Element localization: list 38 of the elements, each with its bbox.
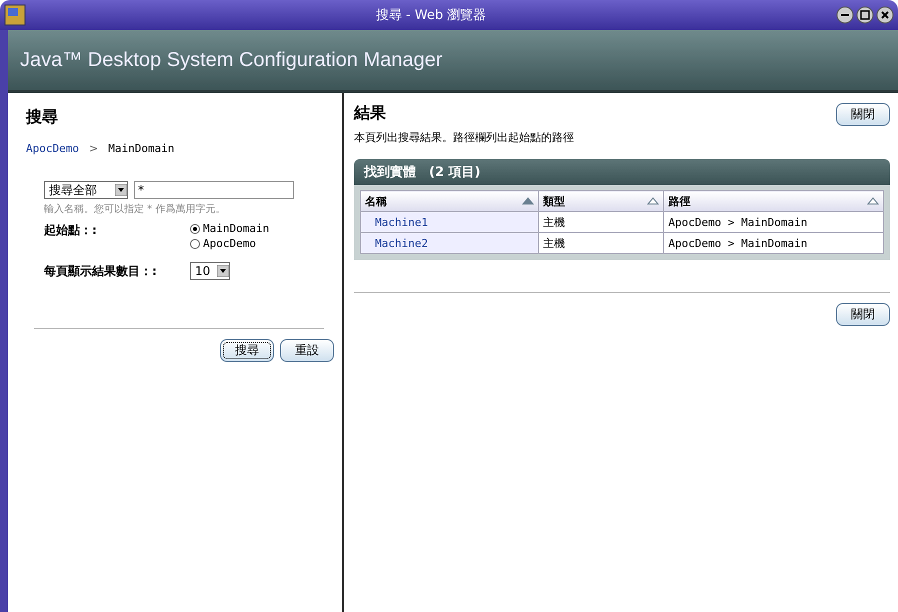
radio-label: MainDomain	[203, 222, 270, 235]
breadcrumb-current: MainDomain	[108, 142, 174, 155]
panel-heading: 結果	[354, 103, 387, 124]
search-field[interactable]: *	[134, 181, 294, 199]
window-title: 搜尋 - Web 瀏覽器	[374, 7, 488, 24]
table-cell: ApocDemo > MainDomain	[664, 212, 884, 232]
app-icon	[4, 4, 26, 26]
reset-button[interactable]: 重設	[280, 339, 334, 362]
per-page-dropdown[interactable]: 10	[190, 262, 230, 280]
minimize-button[interactable]	[836, 6, 854, 24]
table-cell: 主機	[538, 212, 664, 232]
scope-dropdown[interactable]: 搜尋全部	[44, 181, 128, 199]
radio-button[interactable]	[190, 238, 200, 248]
field-label: 每頁顯示結果數目：:	[44, 262, 158, 280]
radio-label: ApocDemo	[203, 237, 256, 250]
table-title: 找到實體 (2 項目)	[354, 159, 890, 185]
column-header[interactable]: 路徑	[664, 190, 884, 212]
column-header[interactable]: 類型	[538, 190, 664, 212]
description-text: 本頁列出搜尋結果。路徑欄列出起始點的路徑	[354, 130, 574, 145]
hint-text: 輸入名稱。您可以指定 * 作爲萬用字元。	[44, 202, 226, 216]
table-link[interactable]: Machine2	[360, 232, 538, 254]
table-cell: ApocDemo > MainDomain	[664, 232, 884, 254]
breadcrumb-separator: >	[88, 142, 98, 155]
table-link[interactable]: Machine1	[360, 212, 538, 232]
maximize-button[interactable]	[856, 6, 874, 24]
close-button[interactable]	[876, 6, 894, 24]
column-header[interactable]: 名稱	[360, 190, 538, 212]
search-button[interactable]: 搜尋	[220, 339, 274, 362]
breadcrumb-link[interactable]: ApocDemo	[26, 142, 79, 155]
dropdown-arrow-icon	[115, 184, 127, 196]
table-cell: 主機	[538, 232, 664, 254]
dropdown-arrow-icon	[217, 265, 229, 277]
close-button[interactable]: 關閉	[836, 103, 890, 126]
radio-button[interactable]	[190, 224, 200, 234]
banner-title: Java™ Desktop System Configuration Manager	[20, 48, 442, 72]
close-button[interactable]: 關閉	[836, 303, 890, 326]
panel-heading: 搜尋	[26, 107, 59, 128]
field-label: 起始點：:	[44, 222, 98, 239]
